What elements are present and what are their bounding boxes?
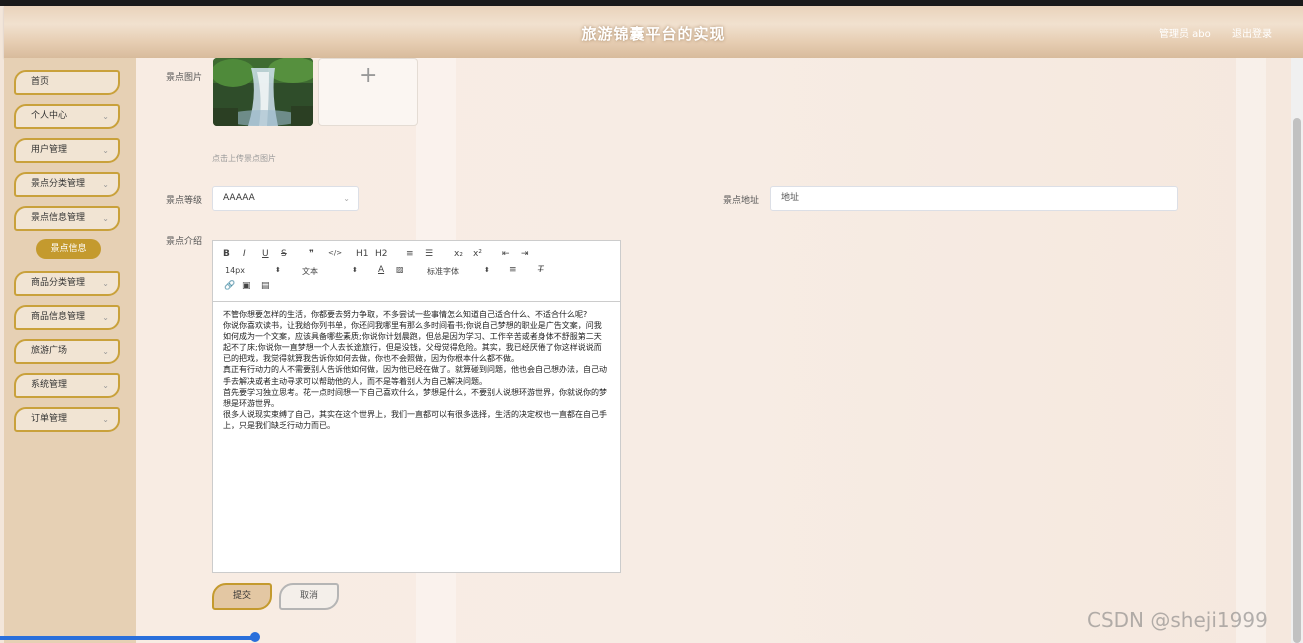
submit-button[interactable]: 提交 — [212, 583, 272, 610]
sidebar-item-label: 首页 — [31, 77, 50, 87]
chevron-down-icon: ⌄ — [102, 180, 109, 189]
link-icon[interactable]: 🔗 — [224, 281, 235, 291]
background-stripe — [1236, 58, 1266, 643]
font-family-value: 标准字体 — [427, 267, 459, 276]
editor-paragraph: 真正有行动力的人不需要别人告诉他如何做，因为他已经在做了。就算碰到问题，他也会自… — [223, 365, 607, 386]
chevron-updown-icon: ⬍ — [275, 266, 281, 274]
indent-icon[interactable]: ⇥ — [521, 249, 529, 259]
code-block-icon[interactable]: </> — [328, 249, 342, 257]
editor-paragraph: 首先要学习独立思考。花一点时间想一下自己喜欢什么，梦想是什么，不要别人说想环游世… — [223, 387, 607, 408]
watermark: CSDN @sheji1999 — [1087, 608, 1268, 632]
sidebar-item-label: 旅游广场 — [31, 346, 68, 356]
clear-format-icon[interactable]: T̶ — [538, 265, 544, 275]
sidebar-item-goods-category[interactable]: 商品分类管理 ⌄ — [14, 271, 120, 296]
editor-toolbar: B I U S ❞ </> H1 H2 ≡ ☰ x₂ x² ⇤ ⇥ 14px ⬍ … — [213, 241, 620, 302]
submenu-spot-info[interactable]: 景点信息 — [36, 239, 101, 259]
font-family-select[interactable]: 标准字体 ⬍ — [427, 266, 490, 277]
editor-paragraph: 很多人说现实束缚了自己，其实在这个世界上，我们一直都可以有很多选择，生活的决定权… — [223, 409, 607, 430]
address-label: 景点地址 — [723, 196, 760, 206]
outdent-icon[interactable]: ⇤ — [502, 249, 510, 259]
app-header: 旅游锦囊平台的实现 管理员 abo 退出登录 — [4, 6, 1303, 58]
superscript-icon[interactable]: x² — [473, 249, 482, 259]
sidebar-item-label: 商品分类管理 — [31, 278, 86, 288]
font-size-select[interactable]: 14px ⬍ — [225, 266, 281, 275]
sidebar-item-label: 景点信息管理 — [31, 213, 86, 223]
sidebar-item-label: 订单管理 — [31, 414, 68, 424]
sidebar-item-goods-info[interactable]: 商品信息管理 ⌄ — [14, 305, 120, 330]
sidebar-item-orders[interactable]: 订单管理 ⌄ — [14, 407, 120, 432]
address-input[interactable]: 地址 — [770, 186, 1178, 211]
video-icon[interactable]: ▤ — [261, 281, 270, 291]
chevron-down-icon: ⌄ — [102, 214, 109, 223]
rich-text-editor[interactable]: B I U S ❞ </> H1 H2 ≡ ☰ x₂ x² ⇤ ⇥ 14px ⬍ … — [212, 240, 621, 573]
bold-icon[interactable]: B — [223, 249, 230, 259]
italic-icon[interactable]: I — [243, 249, 246, 259]
paragraph-value: 文本 — [302, 267, 318, 276]
ordered-list-icon[interactable]: ≡ — [406, 249, 414, 259]
sidebar-item-spot-category[interactable]: 景点分类管理 ⌄ — [14, 172, 120, 197]
chevron-down-icon: ⌄ — [102, 313, 109, 322]
plus-icon: + — [359, 63, 378, 88]
cancel-button[interactable]: 取消 — [279, 583, 339, 610]
editor-paragraph: 不管你想要怎样的生活，你都要去努力争取，不多尝试一些事情怎么知道自己适合什么、不… — [223, 310, 588, 319]
sidebar-item-label: 个人中心 — [31, 111, 68, 121]
sidebar-item-label: 系统管理 — [31, 380, 68, 390]
chevron-updown-icon: ⬍ — [484, 266, 490, 274]
chevron-down-icon: ⌄ — [102, 381, 109, 390]
background-color-icon[interactable]: ▨ — [396, 265, 404, 274]
image-icon[interactable]: ▣ — [242, 281, 251, 291]
user-label: 管理员 abo — [1159, 29, 1211, 40]
level-value: AAAAA — [223, 193, 255, 203]
heading2-icon[interactable]: H2 — [375, 249, 388, 259]
address-placeholder: 地址 — [781, 193, 800, 203]
sidebar-item-profile[interactable]: 个人中心 ⌄ — [14, 104, 120, 129]
strikethrough-icon[interactable]: S — [281, 249, 287, 259]
chevron-down-icon: ⌄ — [343, 194, 350, 203]
paragraph-select[interactable]: 文本 ⬍ — [302, 266, 358, 277]
chevron-down-icon: ⌄ — [102, 415, 109, 424]
sidebar-item-spot-info[interactable]: 景点信息管理 ⌄ — [14, 206, 120, 231]
align-icon[interactable]: ≡ — [509, 265, 517, 275]
sidebar-item-travel-square[interactable]: 旅游广场 ⌄ — [14, 339, 120, 364]
blockquote-icon[interactable]: ❞ — [309, 249, 314, 259]
progress-knob[interactable] — [250, 632, 260, 642]
chevron-down-icon: ⌄ — [102, 279, 109, 288]
editor-paragraph: 你说你喜欢读书，让我给你列书单，你还问我哪里有那么多时间看书;你说自己梦想的职业… — [223, 321, 602, 364]
image-label: 景点图片 — [166, 73, 203, 83]
intro-label: 景点介绍 — [166, 237, 203, 247]
sidebar: 首页 个人中心 ⌄ 用户管理 ⌄ 景点分类管理 ⌄ 景点信息管理 ⌄ 景点信息 商品分类… — [4, 58, 136, 643]
upload-tip: 点击上传景点图片 — [212, 154, 276, 163]
chevron-down-icon: ⌄ — [102, 146, 109, 155]
horizontal-progress-bar — [0, 636, 256, 640]
spot-image-thumbnail[interactable] — [213, 58, 313, 126]
scrollbar-thumb[interactable] — [1293, 118, 1301, 643]
sidebar-item-system[interactable]: 系统管理 ⌄ — [14, 373, 120, 398]
vertical-scrollbar[interactable] — [1291, 58, 1303, 643]
sidebar-item-label: 商品信息管理 — [31, 312, 86, 322]
underline-icon[interactable]: U — [262, 249, 269, 259]
font-color-icon[interactable]: A — [378, 265, 384, 275]
subscript-icon[interactable]: x₂ — [454, 249, 463, 259]
sidebar-item-users[interactable]: 用户管理 ⌄ — [14, 138, 120, 163]
level-label: 景点等级 — [166, 196, 203, 206]
sidebar-item-label: 景点分类管理 — [31, 179, 86, 189]
editor-content[interactable]: 不管你想要怎样的生活，你都要去努力争取，不多尝试一些事情怎么知道自己适合什么、不… — [223, 309, 608, 431]
image-upload-button[interactable]: + — [318, 58, 418, 126]
chevron-updown-icon: ⬍ — [352, 266, 358, 274]
bullet-list-icon[interactable]: ☰ — [425, 249, 433, 259]
chevron-down-icon: ⌄ — [102, 347, 109, 356]
font-size-value: 14px — [225, 266, 245, 275]
logout-link[interactable]: 退出登录 — [1232, 25, 1272, 40]
sidebar-item-home[interactable]: 首页 — [14, 70, 120, 95]
waterfall-image — [213, 58, 313, 126]
heading1-icon[interactable]: H1 — [356, 249, 369, 259]
chevron-down-icon: ⌄ — [102, 112, 109, 121]
sidebar-item-label: 用户管理 — [31, 145, 68, 155]
level-select[interactable]: AAAAA ⌄ — [212, 186, 359, 211]
page-title: 旅游锦囊平台的实现 — [581, 25, 726, 43]
